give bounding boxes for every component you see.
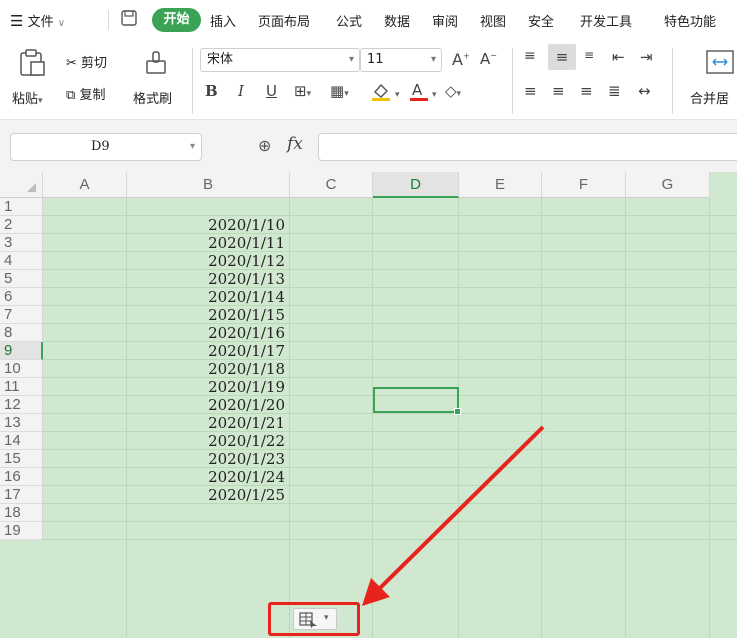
red-arrow-annotation (362, 425, 545, 606)
